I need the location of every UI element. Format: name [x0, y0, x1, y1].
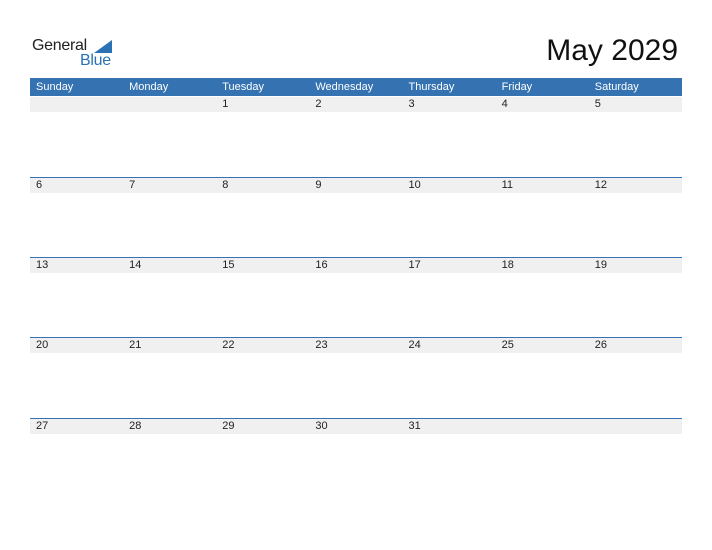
- day-cell: 9: [315, 179, 322, 191]
- day-cell: [123, 97, 216, 112]
- day-cell: 13: [36, 259, 49, 271]
- day-cell: [496, 419, 589, 434]
- day-cell: 8: [222, 179, 229, 191]
- day-cell: 11: [501, 179, 514, 191]
- logo-text-blue: Blue: [80, 52, 111, 69]
- week-row: 20 21 22 23 24 25 26: [30, 337, 682, 417]
- day-cell: 3: [408, 98, 415, 110]
- weekday-saturday: Saturday: [594, 81, 639, 93]
- day-cell: 25: [501, 339, 514, 351]
- day-cell: 1: [222, 98, 229, 110]
- weekday-monday: Monday: [129, 81, 169, 93]
- weekday-wednesday: Wednesday: [315, 81, 374, 93]
- day-cell: 20: [36, 339, 49, 351]
- day-cell: 2: [315, 98, 322, 110]
- logo-text-general: General: [32, 37, 87, 54]
- day-cell: 26: [594, 339, 607, 351]
- day-cell: 7: [129, 179, 136, 191]
- month-title: May 2029: [546, 34, 678, 67]
- day-cell: 21: [129, 339, 142, 351]
- day-cell: 23: [315, 339, 328, 351]
- day-cell: 10: [408, 179, 421, 191]
- week-row: 27 28 29 30 31: [30, 418, 682, 498]
- date-strip: 6 7 8 9 10 11 12: [30, 178, 682, 193]
- weekday-tuesday: Tuesday: [222, 81, 265, 93]
- day-cell: 12: [594, 179, 607, 191]
- day-cell: 18: [501, 259, 514, 271]
- day-cell: 19: [594, 259, 607, 271]
- day-cell: 29: [222, 420, 235, 432]
- day-cell: 4: [501, 98, 508, 110]
- day-cell: 27: [36, 420, 49, 432]
- week-row: 1 2 3 4 5: [30, 96, 682, 176]
- day-cell: 5: [594, 98, 601, 110]
- date-strip: 20 21 22 23 24 25 26: [30, 338, 682, 353]
- day-cell: [30, 97, 123, 112]
- day-cell: 22: [222, 339, 235, 351]
- generalblue-logo: General Blue: [32, 37, 122, 71]
- day-cell: 16: [315, 259, 328, 271]
- date-strip: 27 28 29 30 31: [30, 419, 682, 434]
- weekday-sunday: Sunday: [36, 81, 74, 93]
- date-strip: 13 14 15 16 17 18 19: [30, 258, 682, 273]
- week-row: 13 14 15 16 17 18 19: [30, 257, 682, 337]
- day-cell: 24: [408, 339, 421, 351]
- day-cell: 31: [408, 420, 421, 432]
- day-cell: 28: [129, 420, 142, 432]
- day-cell: [589, 419, 682, 434]
- day-cell: 6: [36, 179, 43, 191]
- date-strip: 1 2 3 4 5: [30, 97, 682, 112]
- weekday-thursday: Thursday: [408, 81, 455, 93]
- week-row: 6 7 8 9 10 11 12: [30, 177, 682, 257]
- day-cell: 15: [222, 259, 235, 271]
- day-cell: 14: [129, 259, 142, 271]
- day-cell: 17: [408, 259, 421, 271]
- weekday-header: Sunday Monday Tuesday Wednesday Thursday…: [30, 78, 682, 96]
- day-cell: 30: [315, 420, 328, 432]
- weekday-friday: Friday: [501, 81, 533, 93]
